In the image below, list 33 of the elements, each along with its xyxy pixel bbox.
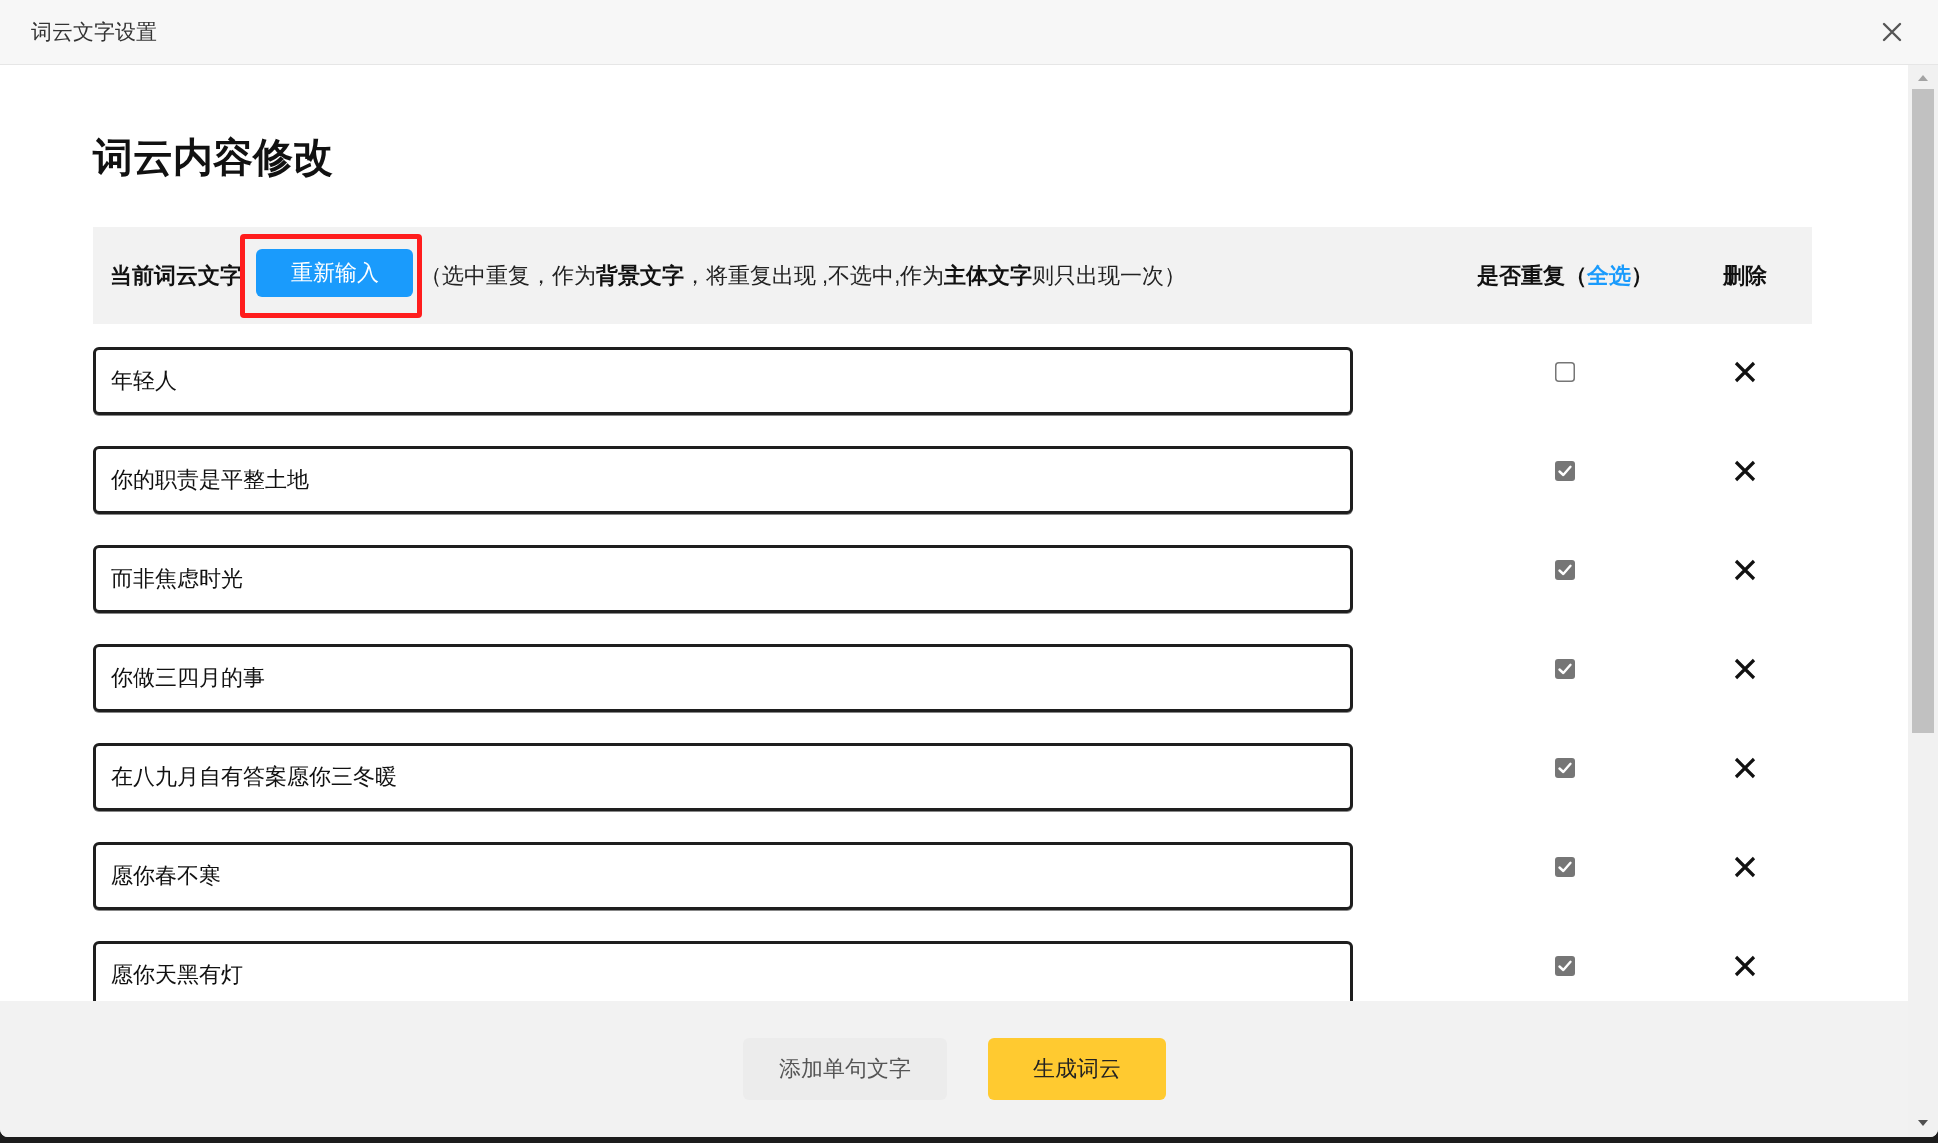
scroll-down-arrow-icon[interactable] [1917,1119,1929,1127]
text-input-field[interactable]: 你的职责是平整土地 [93,446,1353,514]
delete-column-header: 删除 [1723,261,1767,290]
x-icon[interactable] [1734,361,1756,383]
x-icon[interactable] [1734,757,1756,779]
x-icon[interactable] [1734,460,1756,482]
checkbox[interactable] [1555,560,1575,580]
checkbox[interactable] [1555,758,1575,778]
checkbox[interactable] [1555,857,1575,877]
closing-paren-text: ） [1631,261,1653,290]
text-input-field[interactable]: 愿你春不寒 [93,842,1353,910]
text-input-field[interactable]: 年轻人 [93,347,1353,415]
checkbox[interactable] [1555,659,1575,679]
x-icon[interactable] [1734,856,1756,878]
add-text-button[interactable]: 添加单句文字 [742,1038,947,1100]
x-icon[interactable] [1734,955,1756,977]
text-input-field[interactable]: 愿你天黑有灯 [93,941,1353,1001]
repeat-column-header: 是否重复（ [1477,261,1587,290]
section-heading: 词云内容修改 [93,134,334,181]
generate-button[interactable]: 生成词云 [987,1038,1166,1100]
checkbox[interactable] [1555,362,1575,382]
hint-text: （选中重复，作为背景文字，将重复出现 ,不选中,作为主体文字则只出现一次） [420,261,1187,290]
x-icon[interactable] [1734,658,1756,680]
checkbox[interactable] [1555,461,1575,481]
x-icon[interactable] [1734,559,1756,581]
window-title: 词云文字设置 [31,19,157,45]
scrollbar-thumb[interactable] [1912,89,1934,733]
text-input-field[interactable]: 而非焦虑时光 [93,545,1353,613]
text-input-field[interactable]: 在八九月自有答案愿你三冬暖 [93,743,1353,811]
current-words-label: 当前词云文字 [110,261,242,290]
close-icon[interactable] [1882,22,1902,42]
checkbox[interactable] [1555,956,1575,976]
text-input-field[interactable]: 你做三四月的事 [93,644,1353,712]
